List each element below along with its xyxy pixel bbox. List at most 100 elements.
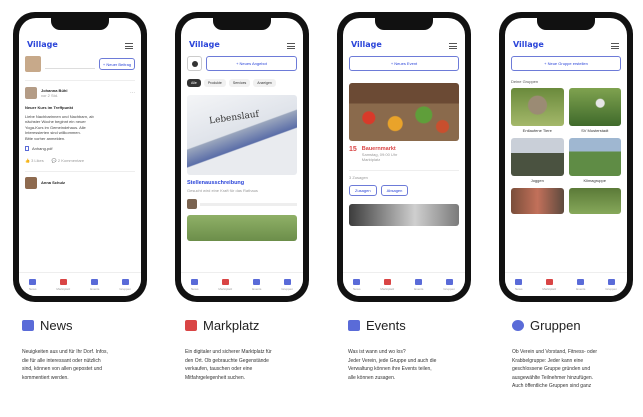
feature-description-markplatz: Ein digitaler und sicherer Marktplatz fü… bbox=[185, 348, 320, 382]
filter-button[interactable] bbox=[187, 56, 202, 71]
tab-marktplatz[interactable]: Marktplatz bbox=[56, 278, 71, 291]
description-line: kommentiert werden. bbox=[22, 374, 69, 381]
tab-gruppen[interactable]: Gruppen bbox=[119, 278, 131, 291]
description-line: geschlossene Gruppe gründen und bbox=[512, 366, 591, 373]
chip-produkte[interactable]: Produkte bbox=[203, 79, 226, 87]
post-card: Anna Schulz bbox=[25, 170, 135, 189]
tab-news[interactable]: News bbox=[514, 278, 523, 291]
like-button[interactable]: 👍 3 Likes bbox=[25, 158, 44, 163]
tab-news[interactable]: News bbox=[190, 278, 199, 291]
post-time: vor 2 Std. bbox=[41, 93, 59, 99]
decline-button[interactable]: Absagen bbox=[380, 185, 409, 196]
feature-title: News bbox=[40, 318, 73, 333]
group-tile[interactable]: Entlaufene Tiere bbox=[511, 87, 564, 133]
news-icon bbox=[29, 278, 37, 285]
menu-icon[interactable] bbox=[611, 43, 619, 49]
tab-bar: News Marktplatz Events Gruppen bbox=[19, 272, 141, 296]
listing-card[interactable]: Lebenslauf Stellenausschreibung Gesucht … bbox=[187, 95, 297, 209]
tab-news[interactable]: News bbox=[353, 278, 360, 291]
attachment[interactable]: Anhang.pdf bbox=[25, 146, 135, 152]
author-avatar bbox=[25, 176, 37, 189]
phone-news: Village + Neuer Beitrag Johanna Bühl vor… bbox=[13, 12, 147, 302]
description-line: Auch öffentliche Gruppen sind ganz bbox=[512, 383, 592, 390]
tab-label: Marktplatz bbox=[56, 286, 71, 291]
tab-marktplatz[interactable]: Marktplatz bbox=[218, 278, 233, 291]
section-label: Deine Gruppen bbox=[511, 79, 539, 84]
feature-heading-events: Events bbox=[348, 318, 406, 333]
tab-label: Gruppen bbox=[443, 286, 455, 291]
author-avatar bbox=[25, 87, 37, 99]
tab-marktplatz[interactable]: Marktplatz bbox=[380, 278, 394, 291]
group-tile[interactable] bbox=[568, 187, 621, 214]
group-photo bbox=[568, 187, 621, 214]
tab-marktplatz[interactable]: Marktplatz bbox=[542, 278, 556, 291]
groups-actions: + Neue Gruppe erstellen bbox=[505, 56, 627, 71]
chip-alle[interactable]: Alle bbox=[187, 79, 201, 87]
notch bbox=[537, 18, 595, 30]
menu-icon[interactable] bbox=[287, 43, 295, 49]
market-actions: + Neues Angebot bbox=[181, 56, 303, 71]
tab-news[interactable]: News bbox=[28, 278, 37, 291]
attendee-count: 3 Zusagen bbox=[349, 170, 459, 180]
tab-events[interactable]: Events bbox=[576, 278, 585, 291]
post-author: Anna Schulz bbox=[41, 179, 66, 185]
post-card: Johanna Bühl vor 2 Std. ··· Neuer Kurs i… bbox=[25, 80, 135, 163]
tab-label: Events bbox=[90, 286, 100, 291]
calendar-icon bbox=[253, 278, 261, 285]
tab-gruppen[interactable]: Gruppen bbox=[443, 278, 455, 291]
tab-gruppen[interactable]: Gruppen bbox=[605, 278, 617, 291]
group-tile[interactable]: Joggen bbox=[511, 137, 564, 183]
tab-label: News bbox=[514, 286, 523, 291]
news-icon bbox=[22, 320, 34, 331]
events-actions: + Neues Event bbox=[343, 56, 465, 71]
description-line: verkaufen, tauschen oder eine bbox=[185, 366, 253, 373]
feature-title: Events bbox=[366, 318, 406, 333]
feature-description-events: Was ist wann und wo los? Jeder Verein, j… bbox=[348, 348, 483, 382]
notch bbox=[213, 18, 271, 30]
event-card[interactable]: 15 Bauernmarkt Samstag, 09:00 Uhr Marktp… bbox=[349, 83, 459, 196]
event-meta: Marktplatz bbox=[361, 157, 381, 162]
tab-label: News bbox=[190, 286, 199, 291]
comment-button[interactable]: 💬 2 Kommentare bbox=[52, 158, 84, 163]
chip-services[interactable]: Services bbox=[228, 79, 251, 87]
tab-label: News bbox=[28, 286, 37, 291]
post-line: Bitte vorher anmelden. bbox=[25, 135, 66, 141]
new-group-button[interactable]: + Neue Gruppe erstellen bbox=[511, 56, 621, 71]
tab-label: Gruppen bbox=[119, 286, 131, 291]
chip-anzeigen[interactable]: Anzeigen bbox=[253, 79, 276, 87]
accept-button[interactable]: Zusagen bbox=[349, 185, 377, 196]
description-line: ausgewählte Teilnehmer hinzufügen. bbox=[512, 374, 594, 381]
description-line: sind, können von allen gepostet und bbox=[22, 366, 103, 373]
tab-bar: News Marktplatz Events Gruppen bbox=[181, 272, 303, 296]
feature-heading-news: News bbox=[22, 318, 73, 333]
description-line: Jeder Verein, jede Gruppe und auch die bbox=[348, 357, 437, 364]
more-icon[interactable]: ··· bbox=[130, 90, 135, 96]
tab-label: Marktplatz bbox=[218, 286, 233, 291]
composer: + Neuer Beitrag bbox=[19, 56, 141, 72]
tab-events[interactable]: Events bbox=[252, 278, 261, 291]
filter-icon bbox=[191, 60, 198, 67]
listing-subtitle: Gesucht wird eine Kraft für das Rathaus bbox=[187, 188, 258, 193]
village-logo: Village bbox=[27, 40, 58, 49]
tab-events[interactable]: Events bbox=[90, 278, 100, 291]
group-tile[interactable]: Klimagruppe bbox=[568, 137, 621, 183]
feature-description-news: Neuigkeiten aus und für Ihr Dorf. Infos,… bbox=[22, 348, 157, 382]
description-line: den Ort. Ob gebrauchte Gegenstände bbox=[185, 357, 269, 364]
listing-photo bbox=[187, 215, 297, 241]
menu-icon[interactable] bbox=[125, 43, 133, 49]
menu-icon[interactable] bbox=[449, 43, 457, 49]
group-tile[interactable]: SV Musterstadt bbox=[568, 87, 621, 133]
tab-events[interactable]: Events bbox=[414, 278, 423, 291]
like-count: 3 Likes bbox=[31, 157, 44, 163]
post-actions: 👍 3 Likes 💬 2 Kommentare bbox=[25, 158, 135, 163]
notch bbox=[51, 18, 109, 30]
events-screen: Village + Neues Event 15 Bauernmarkt Sam… bbox=[343, 18, 465, 296]
phone-marktplatz: Village + Neues Angebot Alle Produkte Se… bbox=[175, 12, 309, 302]
new-event-button[interactable]: + Neues Event bbox=[349, 56, 459, 71]
tab-gruppen[interactable]: Gruppen bbox=[281, 278, 293, 291]
new-post-button[interactable]: + Neuer Beitrag bbox=[99, 58, 135, 70]
group-name: Klimagruppe bbox=[583, 177, 606, 183]
composer-field[interactable] bbox=[45, 59, 95, 69]
new-offer-button[interactable]: + Neues Angebot bbox=[206, 56, 297, 71]
group-tile[interactable] bbox=[511, 187, 564, 214]
